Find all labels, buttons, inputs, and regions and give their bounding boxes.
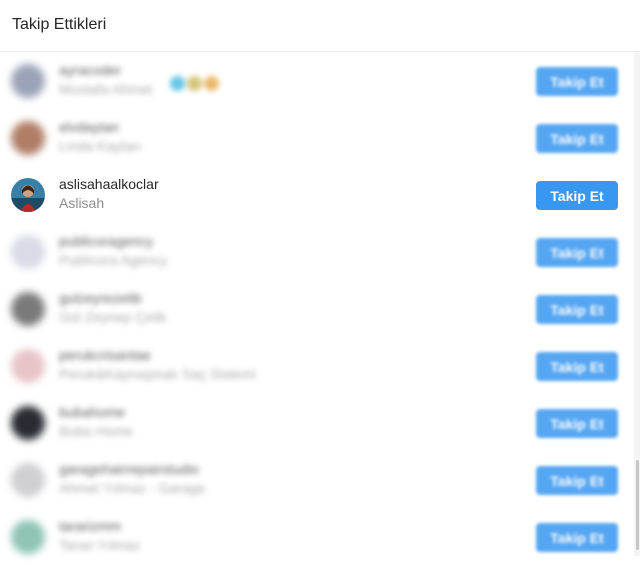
follow-button[interactable]: Takip Et — [536, 124, 618, 153]
avatar[interactable] — [11, 463, 45, 497]
follow-button[interactable]: Takip Et — [536, 352, 618, 381]
dialog-title: Takip Ettikleri — [12, 16, 107, 33]
avatar[interactable] — [11, 64, 45, 98]
username[interactable]: elvdaytan — [59, 119, 119, 135]
follow-button[interactable]: Takip Et — [536, 466, 618, 495]
avatar[interactable] — [11, 406, 45, 440]
list-item[interactable]: perukcrisantae Peruk&Kaynaşmalı Saç Sist… — [0, 337, 634, 394]
username[interactable]: perukcrisantae — [59, 347, 151, 363]
follow-button[interactable]: Takip Et — [536, 238, 618, 267]
list-item[interactable]: tararizmm Taran Yılmaz Takip Et — [0, 508, 634, 565]
follow-button[interactable]: Takip Et — [536, 295, 618, 324]
username[interactable]: aslisahaalkoclar — [59, 176, 159, 192]
follow-button[interactable]: Takip Et — [536, 523, 618, 552]
face-emoji-icon — [187, 76, 202, 92]
emoji-group — [170, 75, 221, 92]
list-item[interactable]: bubahome Buba Home Takip Et — [0, 394, 634, 451]
list-item[interactable]: aslisahaalkoclar Aslisah Takip Et — [0, 166, 634, 223]
fullname: Gül Zeynep Çelik — [59, 309, 167, 325]
heart-emoji-icon — [170, 76, 185, 92]
fullname: Mustafa Ahmet — [59, 81, 153, 97]
avatar[interactable] — [11, 349, 45, 383]
username[interactable]: publicoragency — [59, 233, 153, 249]
fullname: Aslisah — [59, 195, 105, 211]
fullname: Publicora Agency — [59, 252, 168, 268]
follow-button[interactable]: Takip Et — [536, 67, 618, 96]
avatar[interactable] — [11, 178, 45, 212]
username[interactable]: tararizmm — [59, 518, 121, 534]
fullname: Ahmet Yılmaz - Garage — [59, 480, 206, 496]
list-item[interactable]: publicoragency Publicora Agency Takip Et — [0, 223, 634, 280]
follow-button[interactable]: Takip Et — [536, 181, 618, 210]
avatar[interactable] — [11, 292, 45, 326]
avatar[interactable] — [11, 121, 45, 155]
fullname: Buba Home — [59, 423, 133, 439]
list-item[interactable]: garagehairrepairstudio Ahmet Yılmaz - Ga… — [0, 451, 634, 508]
fullname: Peruk&Kaynaşmalı Saç Sistemi — [59, 366, 256, 382]
face-emoji-icon — [204, 76, 219, 92]
avatar[interactable] — [11, 235, 45, 269]
username[interactable]: bubahome — [59, 404, 125, 420]
username[interactable]: ayracoder — [59, 62, 121, 78]
following-list[interactable]: ayracoder Mustafa Ahmet Takip Et elvdayt… — [0, 52, 634, 556]
list-item[interactable]: gulzeyrezetib Gül Zeynep Çelik Takip Et — [0, 280, 634, 337]
list-item[interactable]: elvdaytan Linda Kaytan Takip Et — [0, 109, 634, 166]
list-item[interactable]: ayracoder Mustafa Ahmet Takip Et — [0, 52, 634, 109]
dialog-header: Takip Ettikleri — [0, 0, 640, 52]
follow-button[interactable]: Takip Et — [536, 409, 618, 438]
username[interactable]: garagehairrepairstudio — [59, 461, 199, 477]
fullname: Linda Kaytan — [59, 138, 141, 154]
scrollbar-thumb[interactable] — [636, 460, 639, 550]
username[interactable]: gulzeyrezetib — [59, 290, 142, 306]
fullname: Taran Yılmaz — [59, 537, 141, 553]
avatar[interactable] — [11, 520, 45, 554]
